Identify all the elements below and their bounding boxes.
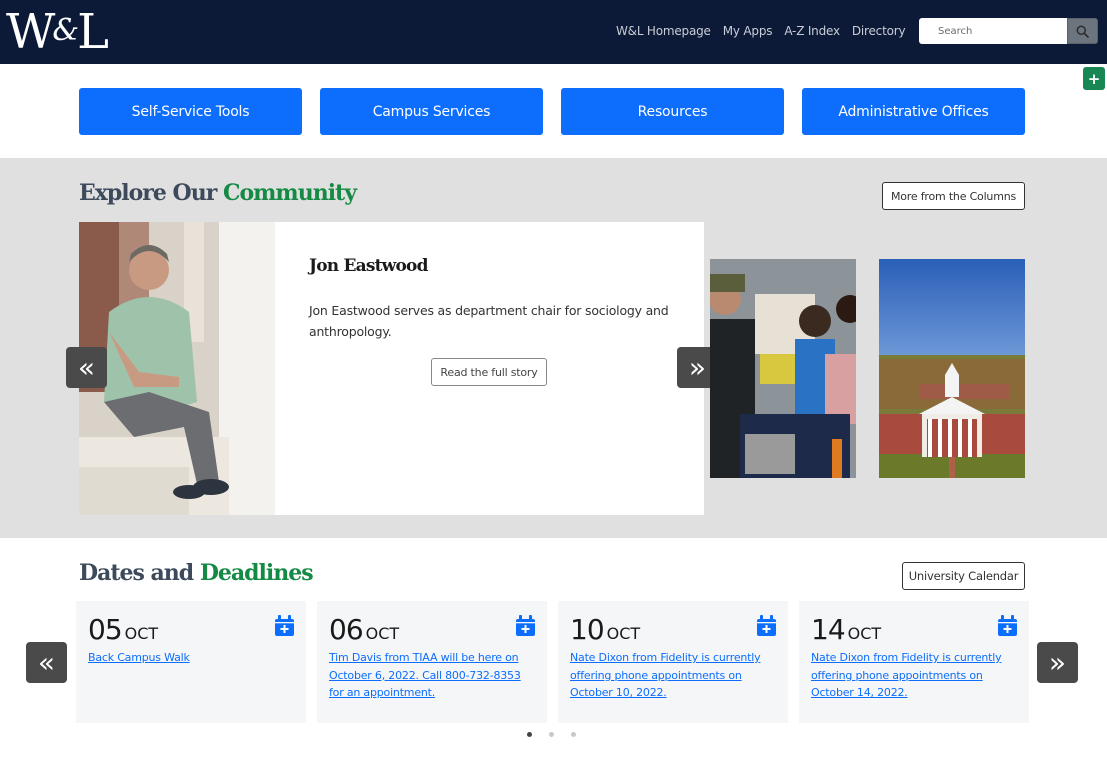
link-directory[interactable]: Directory [852,22,906,40]
date-day: 06 OCT [329,613,400,646]
event-link[interactable]: Nate Dixon from Fidelity is currently of… [570,649,770,702]
link-my-apps[interactable]: My Apps [723,22,773,40]
search-form [919,18,1099,44]
link-wl-homepage[interactable]: W&L Homepage [616,22,711,40]
date-card: 06 OCT Tim Davis from TIAA will be here o… [317,601,547,723]
self-service-tools-button[interactable]: Self-Service Tools [79,88,302,135]
portrait-image [79,222,275,515]
calendar-plus-icon[interactable] [757,615,776,636]
date-card: 14 OCT Nate Dixon from Fidelity is curren… [799,601,1029,723]
more-from-columns-button[interactable]: More from the Columns [882,182,1025,210]
utility-nav: W&L Homepage My Apps A-Z Index Directory [616,22,906,40]
dates-prev-button[interactable]: « [26,642,67,683]
career-fair-image [710,259,856,478]
logo-l: L [77,4,109,60]
search-input[interactable] [919,18,1067,44]
read-full-story-button[interactable]: Read the full story [431,358,547,386]
resources-button[interactable]: Resources [561,88,784,135]
feature-name: Jon Eastwood [309,256,428,276]
pagination-dot-3[interactable] [571,732,576,737]
explore-community-section: Explore Our Community More from the Colu… [0,158,1107,538]
feature-description: Jon Eastwood serves as department chair … [309,303,669,339]
university-calendar-button[interactable]: University Calendar [902,562,1025,590]
calendar-plus-icon[interactable] [275,615,294,636]
link-az-index[interactable]: A-Z Index [784,22,840,40]
logo-amp: & [52,13,79,48]
date-card: 10 OCT Nate Dixon from Fidelity is curren… [558,601,788,723]
event-link[interactable]: Nate Dixon from Fidelity is currently of… [811,649,1011,702]
campus-services-button[interactable]: Campus Services [320,88,543,135]
date-card: 05 OCT Back Campus Walk [76,601,306,723]
date-day: 05 OCT [88,613,159,646]
dates-title: Dates and Deadlines [79,560,314,586]
campus-colonnade-photo[interactable] [879,259,1025,478]
event-link[interactable]: Back Campus Walk [88,649,288,667]
search-icon [1076,25,1089,38]
quick-nav: Self-Service Tools Campus Services Resou… [79,88,1025,135]
logo-w: W [6,4,55,60]
date-day: 10 OCT [570,613,641,646]
date-day: 14 OCT [811,613,882,646]
explore-title: Explore Our Community [79,180,357,206]
pagination-dot-2[interactable] [549,732,554,737]
campus-aerial-image [879,259,1025,478]
site-header: W&L W&L Homepage My Apps A-Z Index Direc… [0,0,1107,64]
pagination-dot-1[interactable] [527,732,532,737]
wl-logo[interactable]: W&L [6,2,109,61]
dates-pagination [527,732,576,737]
add-button[interactable]: + [1083,67,1105,90]
career-fair-photo[interactable] [710,259,856,478]
dates-next-button[interactable]: » [1037,642,1078,683]
calendar-plus-icon[interactable] [516,615,535,636]
feature-photo [79,222,275,515]
administrative-offices-button[interactable]: Administrative Offices [802,88,1025,135]
search-button[interactable] [1067,18,1098,44]
feature-story-card: Jon Eastwood Jon Eastwood serves as depa… [79,222,704,515]
calendar-plus-icon[interactable] [998,615,1017,636]
explore-prev-button[interactable]: « [66,347,107,388]
event-link[interactable]: Tim Davis from TIAA will be here on Octo… [329,649,529,702]
